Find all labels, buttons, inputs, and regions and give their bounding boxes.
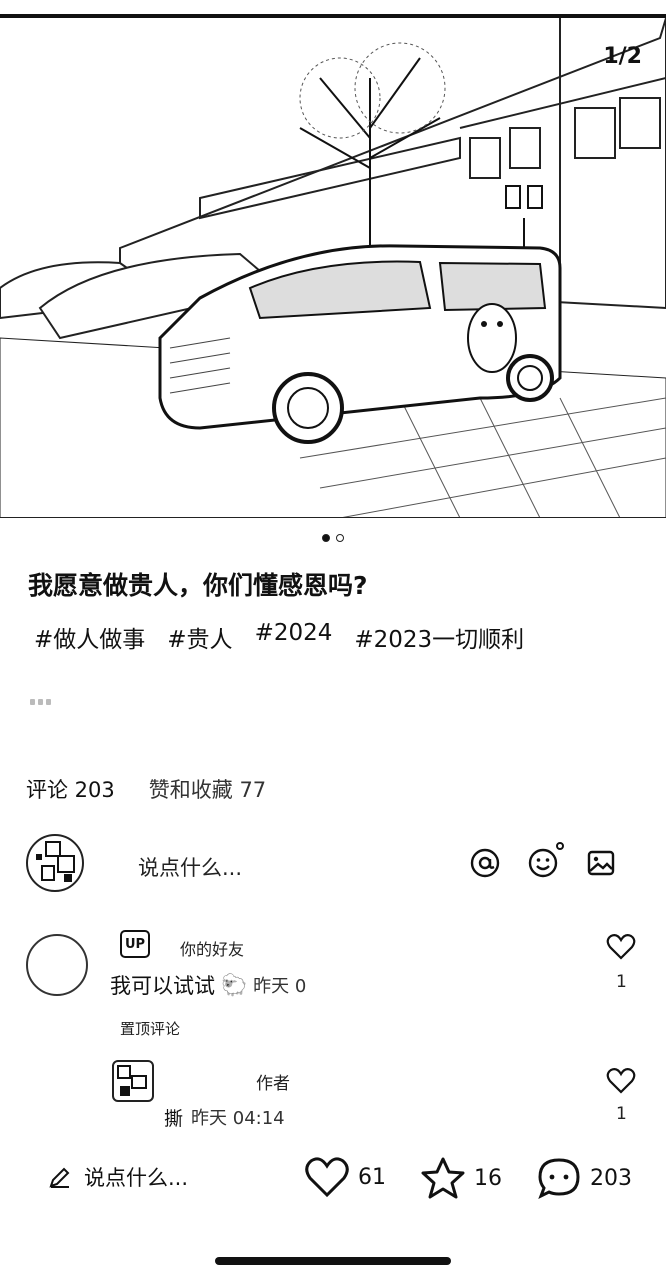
like-button[interactable]: 61 [304,1156,386,1198]
up-badge: UP [120,930,150,958]
comment-count: 203 [590,1165,632,1191]
comment-timestamp: 昨天 0 [253,976,307,997]
post-tags: #做人做事 #贵人 #2024 #2023一切顺利 [34,620,524,654]
comment-text: 撕 [164,1108,184,1130]
comment-text: 我可以试试 [110,974,215,998]
avatar-pattern-icon [36,841,75,882]
emoji-button[interactable] [526,842,564,880]
comment-timestamp: 昨天 04:14 [191,1108,285,1129]
post-stats: 评论 203 赞和收藏 77 [26,774,266,804]
bottom-action-bar: 说点什么... 61 16 203 [0,1150,666,1206]
tag-link[interactable]: #2023一切顺利 [354,620,524,654]
tag-link[interactable]: #2024 [255,620,333,654]
like-count: 61 [358,1164,386,1190]
car-photo-illustration [0,18,666,517]
favorite-button[interactable]: 16 [420,1156,502,1200]
carousel-dot-2[interactable] [336,534,344,542]
author-tag: 作者 [256,1074,290,1094]
commenter-avatar[interactable] [26,934,88,996]
mention-button[interactable] [468,846,502,880]
carousel-dots[interactable] [0,534,666,544]
home-indicator[interactable] [215,1257,451,1265]
chat-bubble-icon [538,1158,580,1200]
comment-button[interactable]: 203 [536,1156,632,1200]
at-sign-icon [470,848,500,878]
image-icon [587,850,615,876]
image-button[interactable] [584,846,618,880]
comment-2-body[interactable]: 撕 昨天 04:14 [164,1104,285,1131]
comment-like-count: 1 [616,1104,627,1124]
comment-1-body[interactable]: 我可以试试 🐑 昨天 0 [110,970,306,1000]
comment-like-heart-icon[interactable] [606,1066,636,1096]
post-title: 我愿意做贵人，你们懂感恩吗? [28,571,368,600]
heart-icon [305,1157,349,1198]
pinned-comment-label: 置顶评论 [120,1020,181,1038]
comment-like-count: 1 [616,972,627,992]
comment-like-heart-icon[interactable] [606,932,636,962]
friend-label: 你的好友 [180,940,245,959]
likes-saves-label[interactable]: 赞和收藏 77 [149,774,266,804]
pencil-icon [49,1167,70,1188]
comment-input[interactable]: 说点什么... [138,852,242,882]
sheep-emoji-icon: 🐑 [221,972,248,997]
smiley-icon [528,848,558,878]
avatar-pattern-icon [117,1065,147,1096]
favorite-count: 16 [474,1165,502,1191]
carousel-dot-1[interactable] [322,534,330,542]
comments-count-label[interactable]: 评论 203 [26,774,115,804]
author-avatar[interactable] [112,1060,154,1102]
post-photo[interactable]: 1/2 [0,18,666,518]
star-icon [421,1157,465,1199]
comment-input-tools [468,842,618,880]
tag-link[interactable]: #做人做事 [34,620,145,654]
bottom-comment-input[interactable]: 说点什么... [48,1162,188,1192]
bottom-input-placeholder: 说点什么... [84,1166,189,1190]
current-user-avatar[interactable] [26,834,84,892]
tag-link[interactable]: #贵人 [167,620,232,654]
photo-page-indicator: 1/2 [603,44,642,69]
faded-text-fragment [30,690,64,705]
notification-dot [556,842,564,850]
